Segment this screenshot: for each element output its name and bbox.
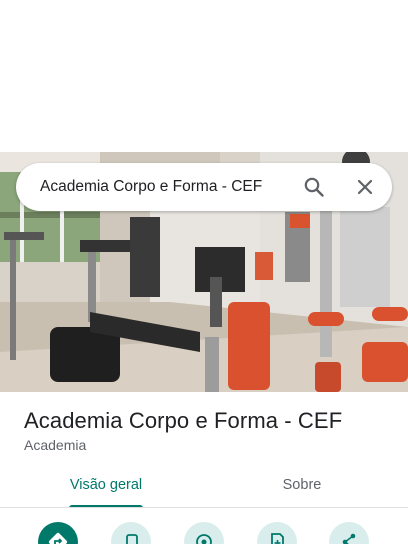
tabs-divider xyxy=(0,507,408,508)
close-icon[interactable] xyxy=(353,175,377,199)
search-icon[interactable] xyxy=(302,175,326,199)
location-button[interactable] xyxy=(184,522,224,544)
tab-about[interactable]: Sobre xyxy=(252,466,352,508)
save-button[interactable] xyxy=(257,522,297,544)
search-query-text[interactable]: Academia Corpo e Forma - CEF xyxy=(40,163,262,211)
place-tabs: Visão geral Sobre xyxy=(0,466,408,508)
place-title: Academia Corpo e Forma - CEF xyxy=(24,408,343,433)
map-area xyxy=(0,0,408,152)
share-icon xyxy=(342,533,356,544)
save-icon xyxy=(271,533,284,544)
phone-icon xyxy=(126,534,138,544)
directions-button[interactable] xyxy=(38,522,78,544)
location-icon xyxy=(196,534,212,544)
call-button[interactable] xyxy=(111,522,151,544)
share-button[interactable] xyxy=(329,522,369,544)
tab-overview[interactable]: Visão geral xyxy=(52,466,160,508)
directions-icon xyxy=(48,532,68,544)
search-bar[interactable]: Academia Corpo e Forma - CEF xyxy=(16,163,392,211)
place-category[interactable]: Academia xyxy=(24,437,86,453)
